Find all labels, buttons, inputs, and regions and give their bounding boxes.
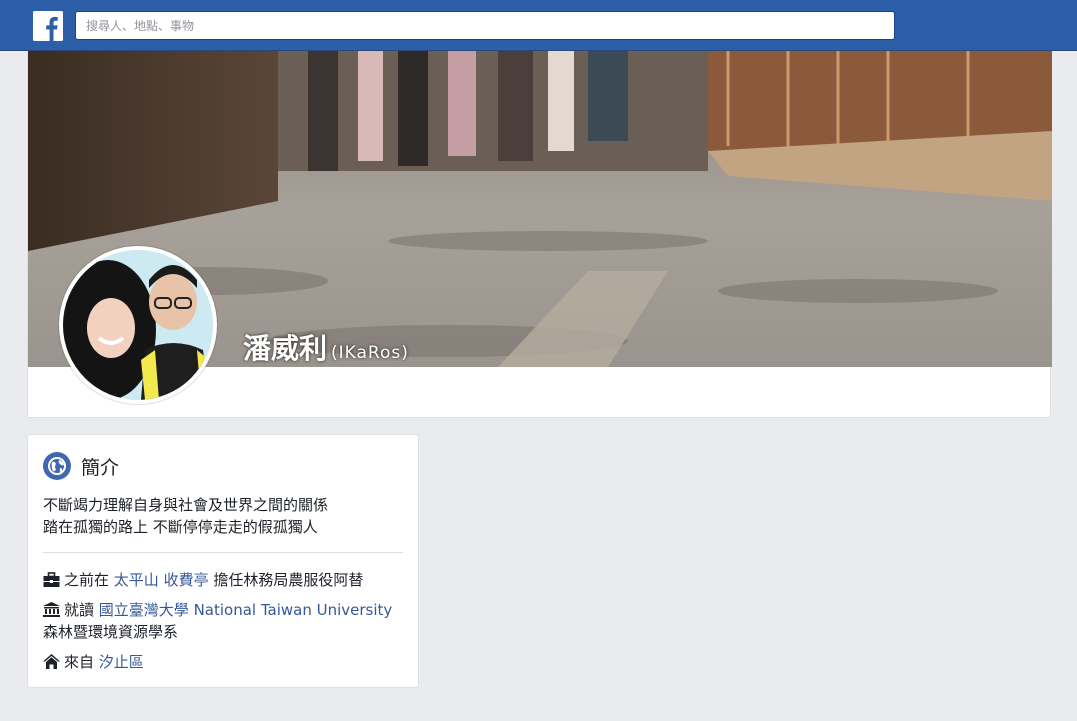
search-input[interactable] [75, 11, 895, 40]
divider [43, 552, 403, 553]
work-place-link[interactable]: 太平山 收費亭 [114, 571, 209, 589]
top-navigation-bar [0, 0, 1077, 51]
hometown-link[interactable]: 汐止區 [99, 653, 144, 671]
school-link[interactable]: 國立臺灣大學 National Taiwan University [99, 601, 392, 619]
work-prefix: 之前在 [64, 571, 110, 589]
profile-name[interactable]: 潘威利 (IKaRos) [243, 327, 409, 367]
hometown-prefix: 來自 [64, 653, 95, 671]
intro-bio: 不斷竭力理解自身與社會及世界之間的關係 踏在孤獨的路上 不斷停停走走的假孤獨人 [43, 494, 403, 538]
profile-picture[interactable] [59, 246, 217, 404]
work-suffix: 擔任林務局農服役阿替 [213, 571, 364, 589]
university-icon [43, 601, 60, 617]
work-info: 之前在 太平山 收費亭 擔任林務局農服役阿替 [43, 569, 413, 591]
education-department: 森林暨環境資源學系 [43, 623, 179, 641]
intro-title: 簡介 [81, 457, 120, 479]
intro-card: 簡介 不斷竭力理解自身與社會及世界之間的關係 踏在孤獨的路上 不斷停停走走的假孤… [27, 434, 419, 688]
bio-line: 不斷竭力理解自身與社會及世界之間的關係 [43, 496, 329, 514]
profile-display-name: 潘威利 [243, 332, 328, 365]
facebook-logo-icon[interactable] [33, 11, 63, 41]
profile-alternate-name: (IKaRos) [331, 343, 409, 363]
bio-line: 踏在孤獨的路上 不斷停停走走的假孤獨人 [43, 518, 318, 536]
profile-header: 潘威利 (IKaRos) [27, 51, 1052, 418]
hometown-info: 來自 汐止區 [43, 651, 413, 673]
globe-icon [43, 452, 71, 480]
education-info: 就讀 國立臺灣大學 National Taiwan University 森林暨… [43, 599, 413, 643]
briefcase-icon [43, 571, 60, 587]
education-prefix: 就讀 [64, 601, 95, 619]
home-icon [43, 653, 60, 669]
